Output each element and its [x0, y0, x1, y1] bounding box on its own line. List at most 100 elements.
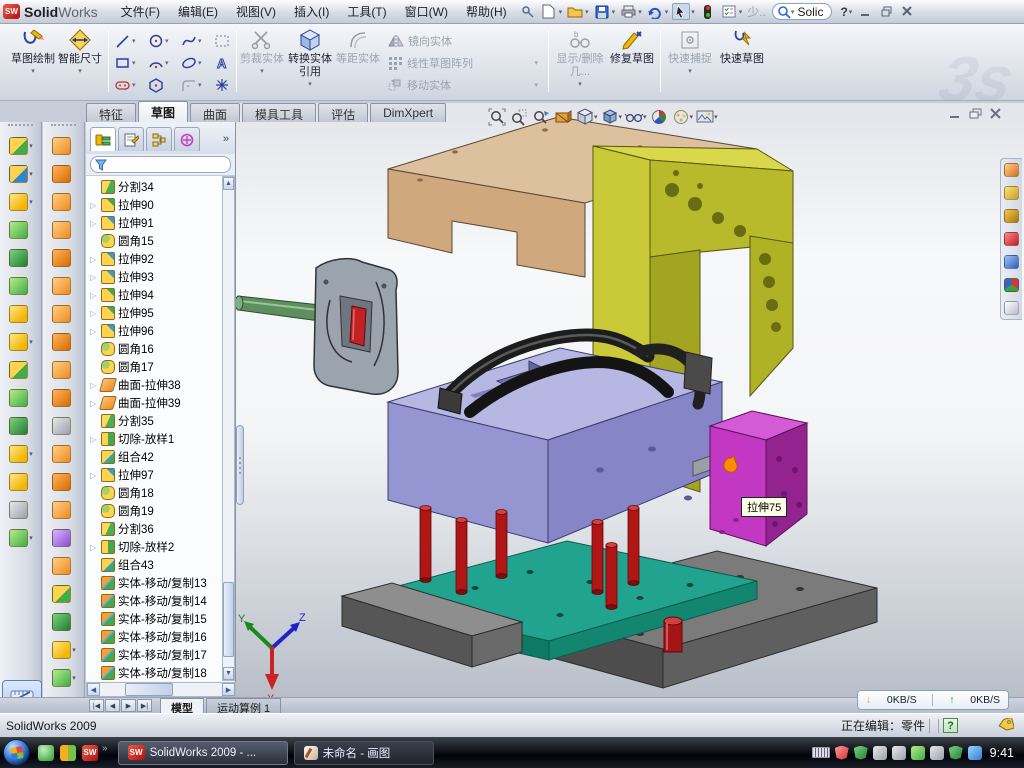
search-results-icon[interactable] [1004, 232, 1019, 246]
tray-icon[interactable] [873, 746, 887, 760]
tree-item[interactable]: ▷ 拉伸97 [86, 466, 222, 484]
scroll-down-button[interactable]: ▼ [223, 667, 234, 680]
tree-item[interactable]: ▷ 实体-移动/复制15 [86, 610, 222, 628]
flyout-arrow[interactable]: ▾ [29, 142, 33, 150]
apply-scene-arrow[interactable]: ▾ [690, 113, 694, 121]
convert-dropdown-arrow[interactable]: ▾ [308, 80, 312, 88]
surface-tool-button[interactable]: ▾ [46, 188, 82, 215]
tree-item[interactable]: ▷ 实体-移动/复制14 [86, 592, 222, 610]
tag-icon[interactable] [998, 718, 1014, 734]
tree-item[interactable]: ▷ 拉伸93 [86, 268, 222, 286]
quicklaunch-solidworks-icon[interactable]: SW [82, 745, 98, 761]
surface-tool-button[interactable]: ▾ [46, 636, 82, 663]
surface-tool-button[interactable]: ▾ [46, 496, 82, 523]
sketch-fillet-arrow[interactable]: ▾ [198, 81, 202, 89]
rectangle-tool-arrow[interactable]: ▾ [132, 59, 136, 67]
sketch-text-icon[interactable]: A [213, 54, 231, 72]
view-orientation-arrow[interactable]: ▾ [594, 113, 598, 121]
last-tab-button[interactable]: ▶| [137, 699, 152, 712]
flyout-arrow[interactable]: ▾ [29, 198, 33, 206]
menu-item[interactable]: 窗口(W) [396, 0, 457, 23]
flyout-arrow[interactable]: ▾ [29, 450, 33, 458]
tray-icon[interactable] [854, 746, 868, 760]
scroll-right-button[interactable]: ▶ [222, 683, 235, 696]
tree-item[interactable]: ▷ 实体-移动/复制18 [86, 664, 222, 681]
options-arrow[interactable]: ▾ [739, 8, 743, 16]
custom-properties-icon[interactable] [1004, 301, 1019, 315]
feature-tool-button[interactable]: ▾ [3, 244, 39, 271]
model-tab[interactable]: 运动算例 1 [206, 698, 281, 713]
search-scope-arrow[interactable]: ▾ [791, 8, 795, 16]
tray-icon[interactable] [949, 746, 963, 760]
expand-arrow[interactable]: ▷ [90, 273, 98, 282]
command-tab[interactable]: 评估 [318, 103, 368, 122]
new-document-icon[interactable] [540, 3, 558, 20]
restore-button[interactable] [878, 4, 895, 19]
tray-icon[interactable] [911, 746, 925, 760]
expand-arrow[interactable]: ▷ [90, 201, 98, 210]
surface-tool-button[interactable]: ▾ [46, 300, 82, 327]
doc-minimize-button[interactable] [948, 108, 961, 122]
doc-close-button[interactable] [990, 108, 1002, 122]
flyout-arrow[interactable]: ▾ [72, 674, 76, 682]
ellipse-tool-icon[interactable] [180, 54, 198, 72]
menu-item[interactable]: 视图(V) [227, 0, 285, 23]
smart-dimension-button[interactable]: 智能尺寸▾ [58, 27, 102, 97]
expand-arrow[interactable]: ▷ [90, 327, 98, 336]
surface-tool-button[interactable]: ▾ [46, 160, 82, 187]
doc-restore-button[interactable] [969, 108, 982, 122]
sketch-dropdown-arrow[interactable]: ▾ [31, 67, 35, 75]
tree-item[interactable]: ▷ 曲面-拉伸39 [86, 394, 222, 412]
dimxpert-manager-tab[interactable] [174, 127, 200, 151]
command-tab[interactable]: 曲面 [190, 103, 240, 122]
design-library-icon[interactable] [1004, 186, 1019, 200]
scroll-thumb[interactable] [223, 582, 234, 657]
command-tab[interactable]: 模具工具 [242, 103, 316, 122]
tree-item[interactable]: ▷ 拉伸90 [86, 196, 222, 214]
rapid-sketch-button[interactable]: 快速草图 [718, 27, 766, 97]
flyout-arrow[interactable]: ▾ [29, 338, 33, 346]
expand-arrow[interactable]: ▷ [90, 381, 98, 390]
tray-icon[interactable] [930, 746, 944, 760]
first-tab-button[interactable]: |◀ [89, 699, 104, 712]
ellipse-tool-arrow[interactable]: ▾ [198, 59, 202, 67]
input-language-keyboard-icon[interactable] [812, 747, 830, 758]
minimize-button[interactable] [857, 4, 874, 19]
scroll-left-button[interactable]: ◀ [87, 683, 100, 696]
convert-entities-button[interactable]: 转换实体引用▾ [286, 27, 334, 97]
taskbar-button-solidworks[interactable]: SW SolidWorks 2009 - ... [118, 741, 288, 765]
surface-tool-button[interactable]: ▾ [46, 524, 82, 551]
feature-tool-button[interactable]: ▾ [3, 132, 39, 159]
quicklaunch-media-icon[interactable] [60, 745, 76, 761]
flyout-arrow[interactable]: ▾ [29, 534, 33, 542]
smart-dimension-dropdown-arrow[interactable]: ▾ [78, 67, 82, 75]
tree-vertical-scrollbar[interactable]: ▲ ▼ [222, 176, 235, 681]
zoom-previous-icon[interactable] [530, 107, 552, 127]
tree-item[interactable]: ▷ 圆角18 [86, 484, 222, 502]
file-explorer-icon[interactable] [1004, 209, 1019, 223]
model-tab[interactable]: 模型 [160, 698, 204, 713]
line-tool-arrow[interactable]: ▾ [132, 37, 136, 45]
edit-appearance-icon[interactable] [648, 107, 670, 127]
expand-arrow[interactable]: ▷ [90, 309, 98, 318]
menu-item[interactable]: 帮助(H) [457, 0, 516, 23]
section-view-icon[interactable] [552, 107, 574, 127]
flyout-arrow[interactable]: ▾ [72, 646, 76, 654]
surface-tool-button[interactable]: ▾ [46, 216, 82, 243]
graphics-area[interactable]: Y Z X ▾ ▾ ▾ ▾ ▾ [236, 103, 1024, 697]
panel-splitter-handle[interactable] [236, 425, 244, 505]
undo-icon[interactable] [646, 3, 664, 20]
menu-item[interactable]: 文件(F) [112, 0, 169, 23]
arc-tool-arrow[interactable]: ▾ [165, 59, 169, 67]
open-arrow[interactable]: ▾ [585, 8, 589, 16]
circle-tool-arrow[interactable]: ▾ [165, 37, 169, 45]
tree-item[interactable]: ▷ 拉伸95 [86, 304, 222, 322]
toolbar-grip[interactable] [8, 124, 33, 130]
feature-tool-button[interactable]: ▾ [3, 272, 39, 299]
sketch-fillet-tool-icon[interactable] [180, 76, 198, 94]
line-tool-icon[interactable] [114, 32, 132, 50]
slot-tool-arrow[interactable]: ▾ [132, 81, 136, 89]
scroll-thumb[interactable] [125, 683, 173, 696]
configuration-manager-tab[interactable] [146, 127, 172, 151]
feature-tool-button[interactable]: ▾ [3, 524, 39, 551]
